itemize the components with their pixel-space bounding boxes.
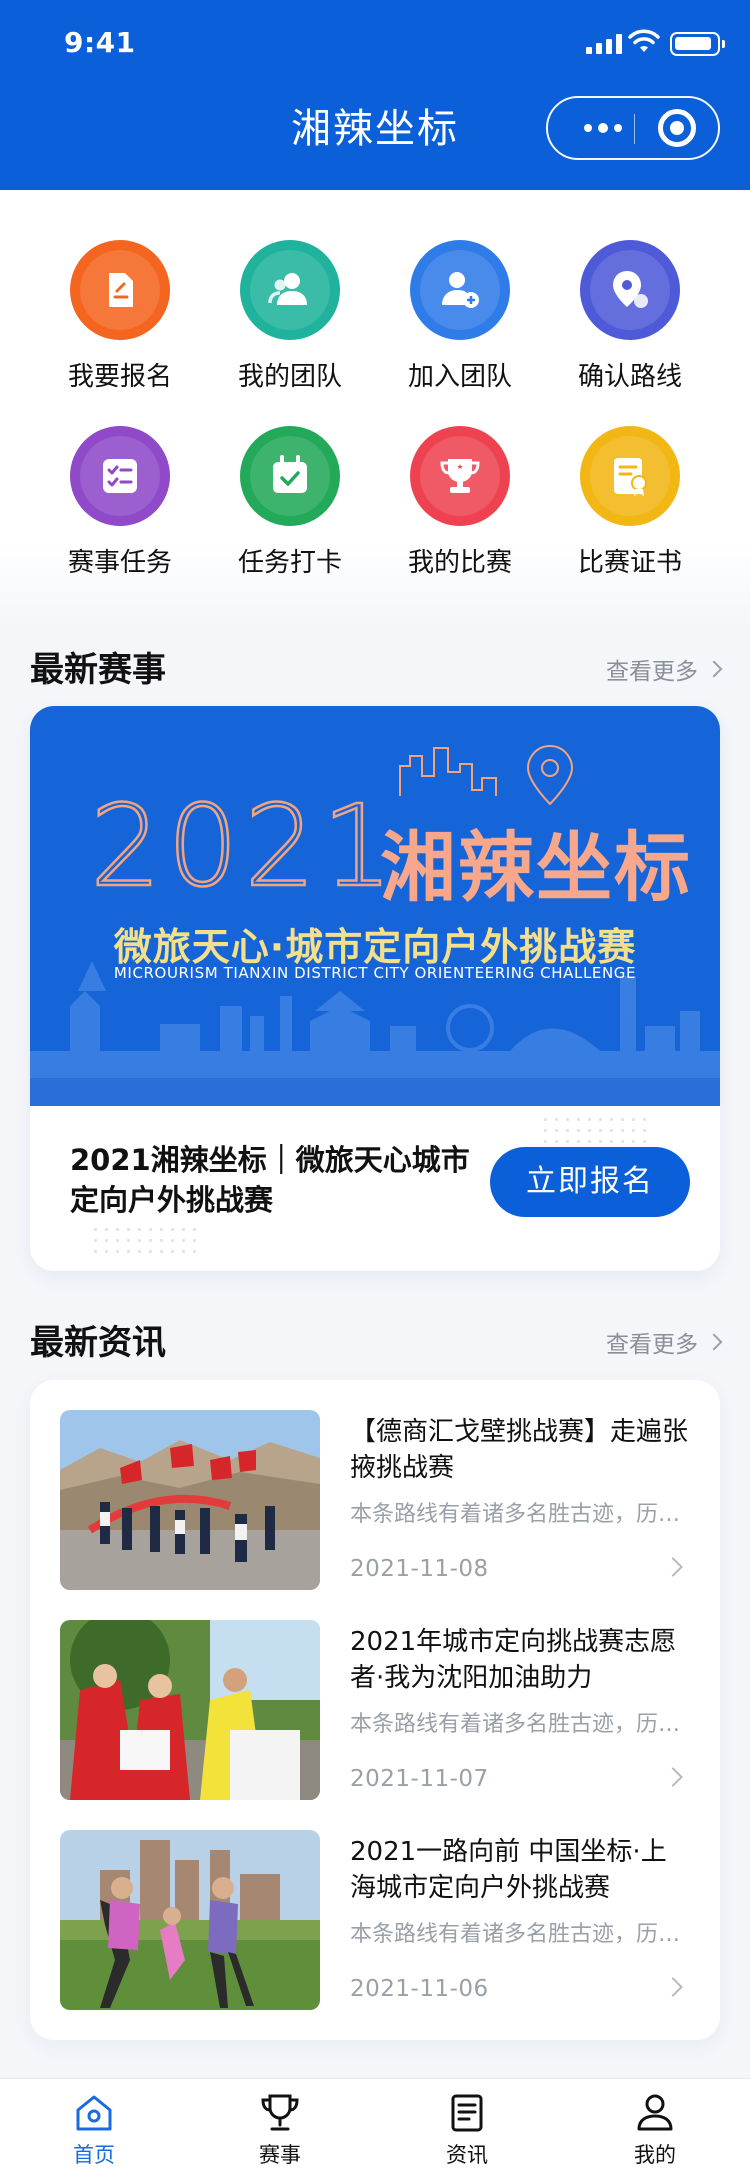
user-icon: [637, 2094, 673, 2131]
news-description: 本条路线有着诸多名胜古迹，历史文化悠久: [350, 1502, 690, 1527]
menu-item-my-team[interactable]: 我的团队: [205, 240, 375, 400]
status-bar: 9:41: [0, 0, 750, 88]
battery-icon: [670, 32, 725, 56]
trophy-icon: [261, 2094, 299, 2131]
menu-item-label: 我要报名: [67, 362, 172, 392]
menu-item-register[interactable]: 我要报名: [35, 240, 205, 400]
tab-label: 赛事: [259, 2143, 301, 2167]
document-edit-icon: [70, 240, 170, 340]
menu-item-label: 比赛证书: [577, 548, 682, 578]
user-add-icon: [410, 240, 510, 340]
news-description: 本条路线有着诸多名胜古迹，历史文化悠久: [350, 1712, 690, 1737]
banner-brand: 湘辣坐标: [380, 823, 692, 912]
chevron-right-icon: [705, 1333, 723, 1351]
news-list: 【德商汇戈壁挑战赛】走遍张掖挑战赛 本条路线有着诸多名胜古迹，历史文化悠久 20…: [30, 1380, 720, 2040]
wifi-icon: [628, 29, 660, 52]
news-date: 2021-11-07: [350, 1766, 489, 1792]
app-header: 9:41 湘辣坐标: [0, 0, 750, 190]
menu-item-label: 我的团队: [237, 362, 342, 392]
more-label: 查看更多: [606, 1332, 698, 1358]
news-thumbnail-image: [60, 1830, 320, 2010]
news-description: 本条路线有着诸多名胜古迹，历史文化悠久: [350, 1922, 690, 1947]
menu-item-label: 加入团队: [407, 362, 512, 392]
menu-item-label: 确认路线: [577, 362, 682, 392]
menu-item-label: 任务打卡: [237, 548, 342, 578]
tab-news[interactable]: 资讯: [407, 2091, 527, 2177]
news-icon: [451, 2094, 483, 2132]
news-section-title: 最新资讯: [30, 1323, 166, 1363]
menu-item-confirm-route[interactable]: 确认路线: [545, 240, 715, 400]
event-title: 2021湘辣坐标｜微旅天心城市定向户外挑战赛: [70, 1143, 470, 1217]
trophy-icon: [410, 426, 510, 526]
menu-item-my-races[interactable]: 我的比赛: [375, 426, 545, 586]
banner-subtitle-en: MICROURISM TIANXIN DISTRICT CITY ORIENTE…: [113, 964, 637, 982]
tab-events[interactable]: 赛事: [220, 2091, 340, 2177]
close-target-icon[interactable]: [658, 109, 696, 147]
news-title: 2021一路向前 中国坐标·上海城市定向户外挑战赛: [350, 1837, 667, 1903]
events-more-link[interactable]: 查看更多: [606, 652, 723, 686]
chevron-right-icon: [663, 1977, 683, 1997]
news-item[interactable]: 【德商汇戈壁挑战赛】走遍张掖挑战赛 本条路线有着诸多名胜古迹，历史文化悠久 20…: [60, 1410, 690, 1590]
location-pin-icon: [580, 240, 680, 340]
tab-label: 资讯: [446, 2143, 488, 2167]
menu-item-certificate[interactable]: 比赛证书: [545, 426, 715, 586]
menu-item-event-tasks[interactable]: 赛事任务: [35, 426, 205, 586]
events-section-title: 最新赛事: [30, 650, 166, 690]
status-time: 9:41: [64, 26, 136, 59]
mini-program-capsule: [546, 96, 720, 160]
news-item[interactable]: 2021年城市定向挑战赛志愿者·我为沈阳加油助力 本条路线有着诸多名胜古迹，历史…: [60, 1620, 690, 1800]
tab-label: 我的: [634, 2143, 676, 2167]
news-date: 2021-11-08: [350, 1556, 489, 1582]
more-options-button[interactable]: [574, 98, 632, 158]
news-thumbnail-image: [60, 1410, 320, 1590]
chevron-right-icon: [663, 1557, 683, 1577]
bottom-tab-bar: 首页 赛事 资讯 我的: [0, 2078, 750, 2178]
menu-item-label: 我的比赛: [407, 548, 512, 578]
news-date: 2021-11-06: [350, 1976, 489, 2002]
task-list-icon: [70, 426, 170, 526]
news-more-link[interactable]: 查看更多: [606, 1325, 723, 1359]
banner-subtitle: 微旅天心·城市定向户外挑战赛: [113, 925, 637, 969]
tab-home[interactable]: 首页: [34, 2091, 154, 2177]
news-thumbnail-image: [60, 1620, 320, 1800]
users-icon: [240, 240, 340, 340]
menu-item-join-team[interactable]: 加入团队: [375, 240, 545, 400]
news-item[interactable]: 2021一路向前 中国坐标·上海城市定向户外挑战赛 本条路线有着诸多名胜古迹，历…: [60, 1830, 690, 2010]
feature-grid: 我要报名 我的团队 加入团队 确认路线 赛事任务 任务打卡 我的比赛 比赛证书: [0, 190, 750, 630]
tab-profile[interactable]: 我的: [595, 2091, 715, 2177]
cellular-signal-icon: [586, 34, 622, 54]
banner-year: 2021: [89, 781, 400, 914]
more-label: 查看更多: [606, 659, 698, 685]
certificate-icon: [580, 426, 680, 526]
tab-label: 首页: [73, 2143, 115, 2167]
capsule-divider: [634, 114, 635, 144]
signup-button[interactable]: 立即报名: [490, 1147, 690, 1217]
dot-pattern-decoration: [540, 1114, 650, 1148]
news-title: 【德商汇戈壁挑战赛】走遍张掖挑战赛: [350, 1417, 689, 1483]
event-card[interactable]: 2021 湘辣坐标 微旅天心·城市定向户外挑战赛 MICROURISM TIAN…: [30, 706, 720, 1271]
home-icon: [76, 2095, 112, 2131]
menu-item-task-checkin[interactable]: 任务打卡: [205, 426, 375, 586]
chevron-right-icon: [663, 1767, 683, 1787]
menu-item-label: 赛事任务: [67, 548, 172, 578]
news-title: 2021年城市定向挑战赛志愿者·我为沈阳加油助力: [350, 1627, 677, 1693]
chevron-right-icon: [705, 660, 723, 678]
calendar-check-icon: [240, 426, 340, 526]
dot-pattern-decoration: [90, 1224, 200, 1258]
event-banner[interactable]: 2021 湘辣坐标 微旅天心·城市定向户外挑战赛 MICROURISM TIAN…: [30, 706, 720, 1106]
